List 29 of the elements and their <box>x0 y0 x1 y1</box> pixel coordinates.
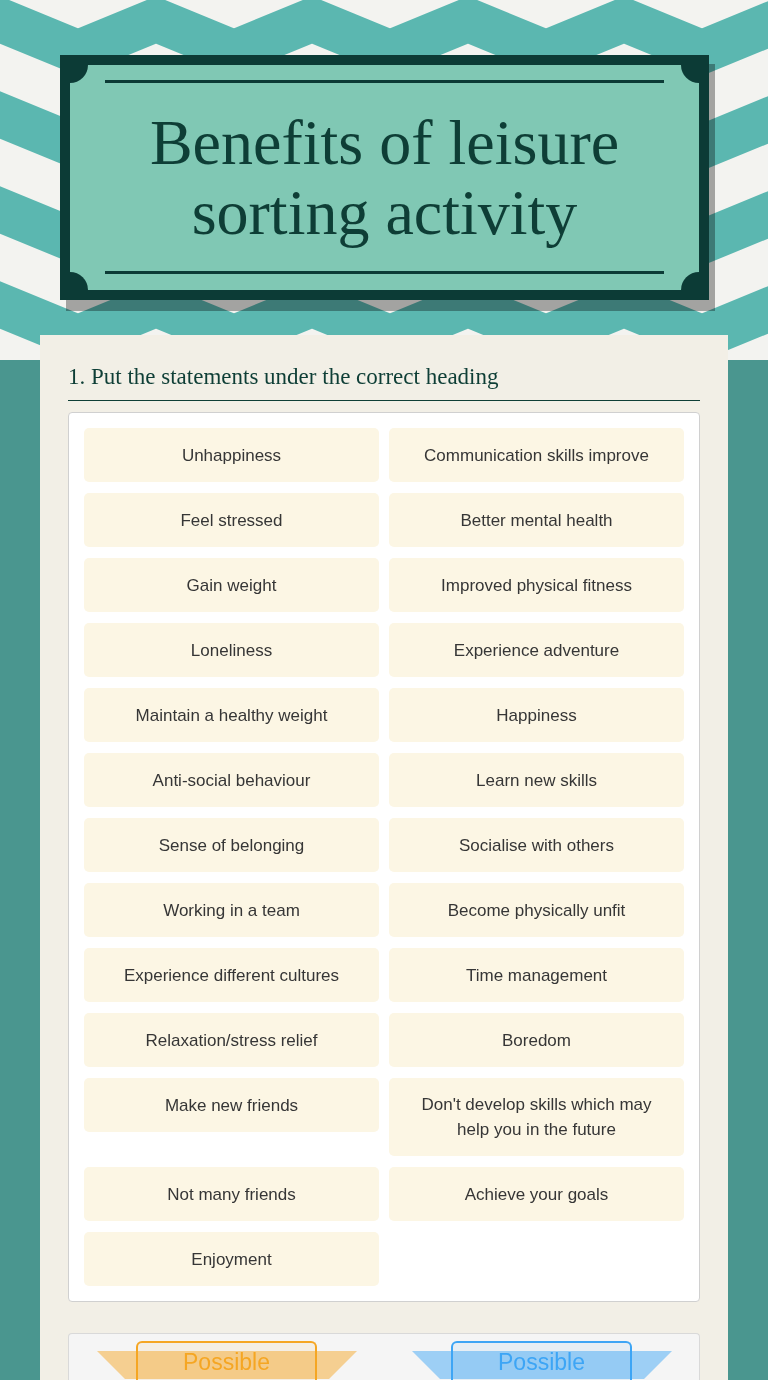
statement-card[interactable]: Loneliness <box>84 623 379 677</box>
statement-card[interactable]: Become physically unfit <box>389 883 684 937</box>
statement-card[interactable]: Enjoyment <box>84 1232 379 1286</box>
statement-card[interactable]: Don't develop skills which may help you in the future <box>389 1078 684 1156</box>
statement-card[interactable]: Time management <box>389 948 684 1002</box>
statement-card[interactable]: Anti-social behaviour <box>84 753 379 807</box>
statement-card[interactable]: Make new friends <box>84 1078 379 1132</box>
category-label: Possible <box>136 1341 317 1380</box>
statement-card[interactable]: Achieve your goals <box>389 1167 684 1221</box>
statement-card[interactable]: Learn new skills <box>389 753 684 807</box>
statement-card[interactable]: Gain weight <box>84 558 379 612</box>
page-title: Benefits of leisure sorting activity <box>148 107 621 248</box>
statement-card[interactable]: Unhappiness <box>84 428 379 482</box>
category-label: Possible <box>451 1341 632 1380</box>
statement-card[interactable]: Improved physical fitness <box>389 558 684 612</box>
statement-card[interactable]: Feel stressed <box>84 493 379 547</box>
statement-card[interactable]: Not many friends <box>84 1167 379 1221</box>
statement-card[interactable]: Maintain a healthy weight <box>84 688 379 742</box>
question-heading: 1. Put the statements under the correct heading <box>68 363 499 391</box>
statement-card[interactable]: Sense of belonging <box>84 818 379 872</box>
statement-card[interactable]: Working in a team <box>84 883 379 937</box>
statement-card[interactable]: Socialise with others <box>389 818 684 872</box>
statement-card[interactable]: Better mental health <box>389 493 684 547</box>
statement-card[interactable]: Communication skills improve <box>389 428 684 482</box>
statement-card[interactable]: Experience different cultures <box>84 948 379 1002</box>
statement-card[interactable]: Experience adventure <box>389 623 684 677</box>
statement-card[interactable]: Boredom <box>389 1013 684 1067</box>
statement-card[interactable]: Relaxation/stress relief <box>84 1013 379 1067</box>
statement-card[interactable]: Happiness <box>389 688 684 742</box>
